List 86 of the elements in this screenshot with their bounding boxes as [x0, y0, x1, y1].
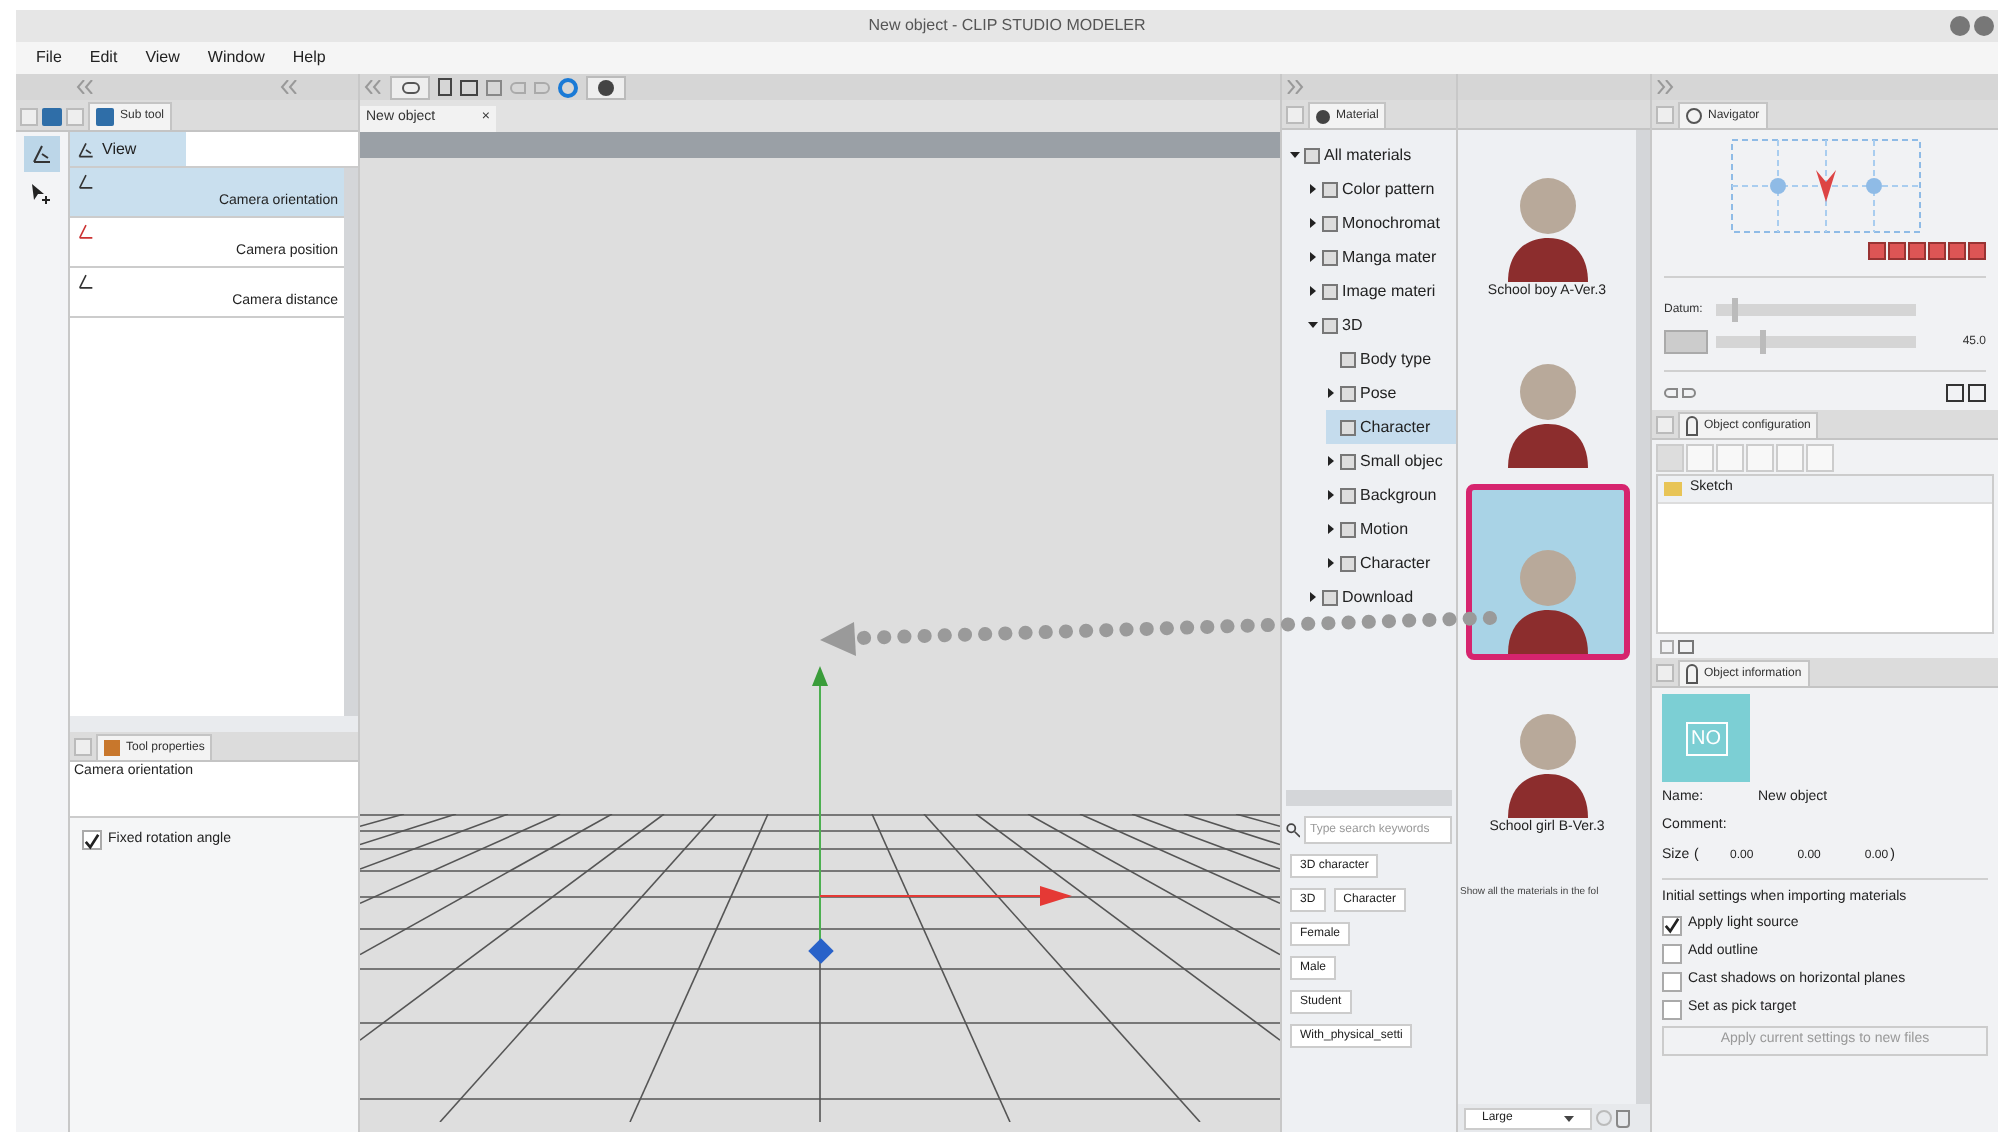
slider-thumb[interactable]	[1760, 330, 1766, 354]
collapse-icon[interactable]	[280, 80, 298, 94]
tree-item[interactable]: Pose	[1326, 376, 1456, 410]
material-icon	[1340, 487, 1356, 503]
collapsed-arrow-icon[interactable]	[1308, 252, 1318, 262]
material-icon	[1340, 419, 1356, 435]
collapse-icon[interactable]	[1656, 80, 1674, 94]
sub-tool-icon	[96, 108, 114, 126]
collapse-icon[interactable]	[1286, 80, 1304, 94]
tree-item[interactable]: Body type	[1326, 342, 1456, 376]
menu-item[interactable]: View	[145, 46, 180, 70]
object-button[interactable]	[390, 75, 430, 99]
collapsed-arrow-icon[interactable]	[1326, 490, 1336, 500]
camera-tool-icon	[76, 272, 96, 291]
collapsed-arrow-icon[interactable]	[1326, 456, 1336, 466]
help-button[interactable]	[586, 75, 626, 99]
camera-angle-icon	[30, 142, 54, 166]
character-thumbnail[interactable]	[1465, 483, 1629, 659]
collapsed-arrow-icon[interactable]	[1326, 388, 1336, 398]
material-icon	[1322, 249, 1338, 265]
navigator-icon	[1686, 108, 1702, 124]
menu-item[interactable]: File	[36, 46, 62, 70]
material-icon	[1304, 147, 1320, 163]
material-icon	[1340, 521, 1356, 537]
pointer-icon	[30, 182, 54, 206]
pin-icon[interactable]	[74, 738, 92, 756]
pin-icon[interactable]	[1286, 106, 1304, 124]
properties-icon	[104, 740, 120, 756]
collapsed-arrow-icon[interactable]	[1326, 524, 1336, 534]
pin-icon[interactable]	[20, 108, 38, 126]
folder-icon	[1664, 482, 1682, 496]
caret-icon	[1564, 1115, 1574, 1121]
no-image-thumbnail: NO	[1662, 694, 1750, 782]
tree-item[interactable]: All materials	[1290, 138, 1456, 172]
tree-item[interactable]: Image materi	[1308, 274, 1456, 308]
material-icon	[1322, 215, 1338, 231]
pin-icon[interactable]	[66, 108, 84, 126]
material-tab-icon	[1316, 109, 1330, 123]
tree-item[interactable]: 3D	[1308, 308, 1456, 342]
collapsed-arrow-icon[interactable]	[1308, 286, 1318, 296]
tree-item[interactable]: Motion	[1326, 512, 1456, 546]
camera-tool-button[interactable]	[24, 136, 60, 172]
pin-icon[interactable]	[1656, 416, 1674, 434]
origin-marker	[808, 938, 834, 964]
expanded-arrow-icon[interactable]	[1290, 150, 1300, 160]
toolbox-icon[interactable]	[42, 108, 62, 126]
material-icon	[1322, 283, 1338, 299]
slider-thumb[interactable]	[1732, 298, 1738, 322]
material-icon	[1322, 181, 1338, 197]
camera-tool-icon	[76, 172, 96, 191]
view-group-tab[interactable]: View	[70, 132, 186, 166]
pin-icon[interactable]	[1656, 106, 1674, 124]
tree-item[interactable]: Small objec	[1326, 444, 1456, 478]
checkbox[interactable]	[1662, 943, 1682, 963]
camera-angle-icon	[76, 139, 96, 159]
tree-item[interactable]: Backgroun	[1326, 478, 1456, 512]
tree-item[interactable]: Monochromat	[1308, 206, 1456, 240]
tree-item[interactable]: Manga mater	[1308, 240, 1456, 274]
collapsed-arrow-icon[interactable]	[1326, 558, 1336, 568]
tree-item[interactable]: Color pattern	[1308, 172, 1456, 206]
menu-item[interactable]: Window	[207, 46, 265, 70]
material-icon	[1322, 589, 1338, 605]
checkbox[interactable]	[1662, 971, 1682, 991]
collapsed-arrow-icon[interactable]	[1308, 218, 1318, 228]
expanded-arrow-icon[interactable]	[1308, 320, 1318, 330]
tree-item[interactable]: Character	[1326, 410, 1456, 444]
material-icon	[1322, 317, 1338, 333]
tree-item[interactable]: Character	[1326, 546, 1456, 580]
material-icon	[1340, 351, 1356, 367]
checkbox[interactable]	[1662, 915, 1682, 935]
material-icon	[1340, 385, 1356, 401]
tree-item[interactable]: Download	[1308, 580, 1456, 614]
material-icon	[1340, 555, 1356, 571]
collapsed-arrow-icon[interactable]	[1308, 592, 1318, 602]
collapse-icon[interactable]	[76, 80, 94, 94]
material-icon	[1340, 453, 1356, 469]
checkbox[interactable]	[1662, 999, 1682, 1019]
checkbox[interactable]	[82, 830, 102, 851]
menu-item[interactable]: Help	[292, 46, 326, 70]
window-title: New object - CLIP STUDIO MODELER	[868, 14, 1146, 38]
collapse-icon[interactable]	[364, 80, 382, 94]
pin-icon[interactable]	[1656, 664, 1674, 682]
search-icon	[1286, 821, 1300, 837]
collapsed-arrow-icon[interactable]	[1308, 184, 1318, 194]
menu-item[interactable]: Edit	[89, 46, 118, 70]
camera-tool-icon	[76, 222, 96, 241]
